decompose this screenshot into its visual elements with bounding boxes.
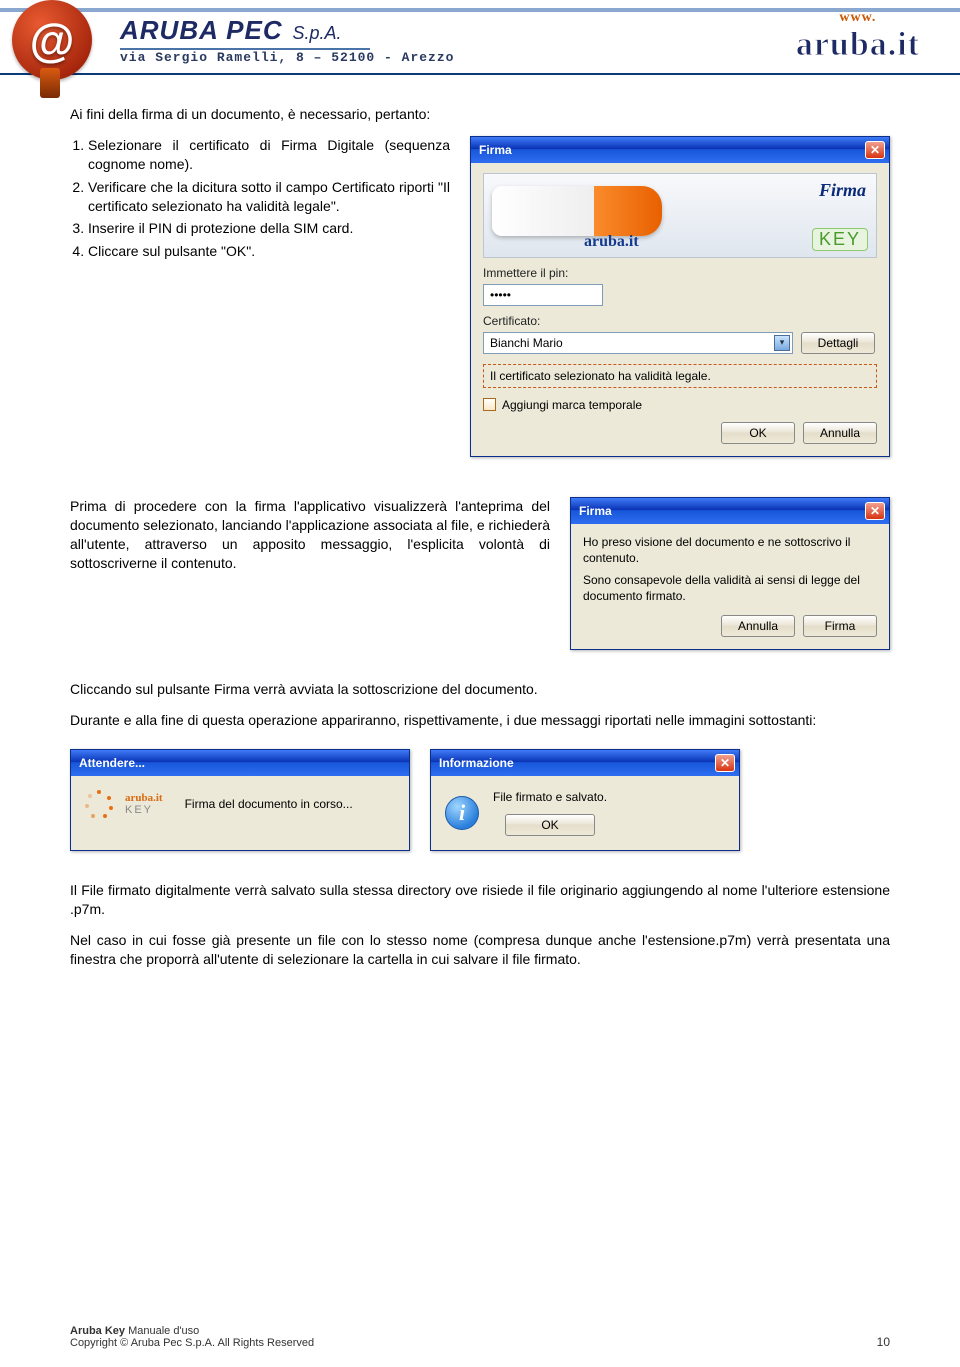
attendere-title: Attendere...: [79, 756, 145, 770]
confirm-dialog-title-bar: Firma ✕: [571, 498, 889, 524]
firma-banner: Firma aruba.it KEY: [483, 173, 877, 258]
informazione-msg: File firmato e salvato.: [493, 790, 607, 804]
page-footer: Aruba Key Manuale d'uso Copyright © Arub…: [70, 1325, 890, 1349]
confirm-dialog: Firma ✕ Ho preso visione del documento e…: [570, 497, 890, 650]
firma-click-para: Cliccando sul pulsante Firma verrà avvia…: [70, 680, 890, 699]
pin-label: Immettere il pin:: [483, 266, 877, 280]
informazione-title: Informazione: [439, 756, 514, 770]
marca-label: Aggiungi marca temporale: [502, 398, 642, 412]
firma-dialog-title: Firma: [479, 143, 512, 157]
existing-file-para: Nel caso in cui fosse già presente un fi…: [70, 931, 890, 969]
cert-select[interactable]: Bianchi Mario ▾: [483, 332, 793, 354]
firma-dialog: Firma ✕ Firma aruba.it KEY Immettere il …: [470, 136, 890, 457]
banner-key-badge: KEY: [812, 228, 868, 251]
company-spa: S.p.A.: [293, 23, 342, 43]
attendere-title-bar: Attendere...: [71, 750, 409, 776]
informazione-ok-button[interactable]: OK: [505, 814, 595, 836]
step-2: Verificare che la dicitura sotto il camp…: [88, 178, 450, 216]
confirm-line1: Ho preso visione del documento e ne sott…: [583, 534, 877, 566]
legal-message: Il certificato selezionato ha validità l…: [483, 364, 877, 388]
info-icon: i: [445, 796, 479, 830]
aruba-main: aruba.it: [796, 26, 920, 64]
step-1: Selezionare il certificato di Firma Digi…: [88, 136, 450, 174]
attendere-dialog: Attendere... aruba.it KEY Firma del docu…: [70, 749, 410, 851]
saved-para: Il File firmato digitalmente verrà salva…: [70, 881, 890, 919]
page-content: Ai fini della firma di un documento, è n…: [0, 75, 960, 1031]
company-name: ARUBA PEC: [120, 15, 283, 46]
ribbon-icon: [40, 68, 60, 98]
confirm-firma-button[interactable]: Firma: [803, 615, 877, 637]
pin-input[interactable]: [483, 284, 603, 306]
confirm-annulla-button[interactable]: Annulla: [721, 615, 795, 637]
close-icon[interactable]: ✕: [865, 141, 885, 159]
footer-left: Aruba Key Manuale d'uso Copyright © Arub…: [70, 1325, 314, 1349]
dettagli-button[interactable]: Dettagli: [801, 332, 875, 354]
banner-firma-label: Firma: [819, 180, 866, 201]
confirm-dialog-title: Firma: [579, 504, 612, 518]
page-number: 10: [877, 1335, 890, 1349]
footer-product: Aruba Key: [70, 1325, 125, 1337]
attendere-key-mini: KEY: [125, 804, 163, 816]
informazione-dialog: Informazione ✕ i File firmato e salvato.…: [430, 749, 740, 851]
annulla-button[interactable]: Annulla: [803, 422, 877, 444]
intro-para: Ai fini della firma di un documento, è n…: [70, 105, 890, 124]
step-4: Cliccare sul pulsante "OK".: [88, 242, 450, 261]
banner-aruba-label: aruba.it: [584, 233, 639, 251]
aruba-www: www.: [796, 10, 920, 26]
messages-para: Durante e alla fine di questa operazione…: [70, 711, 890, 730]
ok-button[interactable]: OK: [721, 422, 795, 444]
footer-manual: Manuale d'uso: [125, 1325, 199, 1337]
footer-copyright: Copyright © Aruba Pec S.p.A. All Rights …: [70, 1337, 314, 1349]
page-header: @ ARUBA PEC S.p.A. via Sergio Ramelli, 8…: [0, 0, 960, 75]
cert-label: Certificato:: [483, 314, 877, 328]
step-3: Inserire il PIN di protezione della SIM …: [88, 219, 450, 238]
cert-select-value: Bianchi Mario: [490, 336, 563, 350]
wax-seal-logo: @: [12, 0, 107, 90]
company-block: ARUBA PEC S.p.A. via Sergio Ramelli, 8 –…: [120, 15, 454, 65]
informazione-title-bar: Informazione ✕: [431, 750, 739, 776]
spinner-icon: [85, 790, 113, 818]
chevron-down-icon: ▾: [774, 335, 790, 351]
close-icon[interactable]: ✕: [865, 502, 885, 520]
preview-para: Prima di procedere con la firma l'applic…: [70, 497, 550, 573]
close-icon[interactable]: ✕: [715, 754, 735, 772]
aruba-logo: www. aruba.it: [796, 10, 920, 64]
attendere-aruba-mini: aruba.it: [125, 792, 163, 804]
usb-key-icon: [492, 186, 662, 236]
firma-dialog-title-bar: Firma ✕: [471, 137, 889, 163]
attendere-msg: Firma del documento in corso...: [185, 797, 353, 811]
confirm-line2: Sono consapevole della validità ai sensi…: [583, 572, 877, 604]
marca-checkbox[interactable]: [483, 398, 496, 411]
steps-list: Selezionare il certificato di Firma Digi…: [88, 136, 450, 261]
company-address: via Sergio Ramelli, 8 – 52100 - Arezzo: [120, 50, 454, 65]
